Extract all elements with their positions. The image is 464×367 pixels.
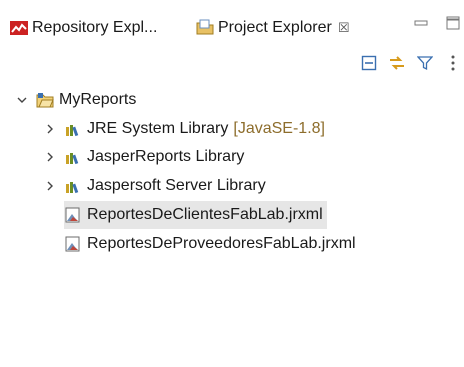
- tree-item-label: Jaspersoft Server Library: [87, 177, 266, 194]
- maximize-icon[interactable]: [446, 16, 460, 30]
- view-menu-button[interactable]: [444, 54, 462, 72]
- filter-icon: [417, 56, 433, 71]
- project-explorer-icon: [196, 19, 214, 35]
- tab-repository-explorer[interactable]: Repository Expl...: [10, 10, 188, 46]
- tab-label: Project Explorer: [218, 19, 332, 36]
- filter-button[interactable]: [416, 54, 434, 72]
- chevron-right-icon[interactable]: [44, 123, 56, 135]
- view-menu-icon: [451, 55, 455, 71]
- close-icon[interactable]: ☒: [338, 20, 350, 36]
- library-icon: [66, 153, 79, 165]
- tree-item-label: JasperReports Library: [87, 148, 245, 165]
- report-file-icon: [65, 236, 80, 252]
- tree-item-jasperreports-library[interactable]: JasperReports Library: [44, 143, 244, 171]
- tab-label: Repository Expl...: [32, 19, 158, 36]
- library-icon: [66, 125, 79, 137]
- chevron-down-icon[interactable]: [16, 94, 28, 106]
- chevron-right-icon[interactable]: [44, 151, 56, 163]
- tree-item-jaspersoft-server-library[interactable]: Jaspersoft Server Library: [44, 172, 266, 200]
- link-with-editor-icon: [390, 56, 404, 70]
- project-folder-icon: [36, 93, 54, 108]
- tree-item-jre-system-library[interactable]: JRE System Library [JavaSE-1.8]: [44, 115, 325, 143]
- tree-item-label: JRE System Library: [87, 120, 229, 137]
- tab-project-explorer[interactable]: Project Explorer ☒: [196, 10, 384, 46]
- view-tab-bar: Repository Expl... Project Explorer ☒: [0, 0, 464, 50]
- report-file-icon: [65, 207, 80, 223]
- tree-item-decoration: [JavaSE-1.8]: [233, 120, 325, 137]
- repository-icon: [10, 21, 28, 35]
- library-icon: [66, 182, 79, 194]
- tree-item-reportes-proveedores[interactable]: ReportesDeProveedoresFabLab.jrxml: [64, 230, 356, 258]
- view-toolbar: [360, 52, 462, 74]
- minimize-icon[interactable]: [414, 16, 428, 30]
- tree-item-label: ReportesDeClientesFabLab.jrxml: [87, 206, 323, 223]
- collapse-all-icon: [361, 55, 377, 71]
- link-with-editor-button[interactable]: [388, 54, 406, 72]
- tree-item-label: MyReports: [59, 91, 137, 108]
- collapse-all-button[interactable]: [360, 54, 378, 72]
- tree-item-myreports[interactable]: MyReports: [16, 86, 136, 114]
- tree-item-reportes-clientes[interactable]: ReportesDeClientesFabLab.jrxml: [64, 201, 327, 229]
- chevron-right-icon[interactable]: [44, 180, 56, 192]
- tree-item-label: ReportesDeProveedoresFabLab.jrxml: [87, 235, 356, 252]
